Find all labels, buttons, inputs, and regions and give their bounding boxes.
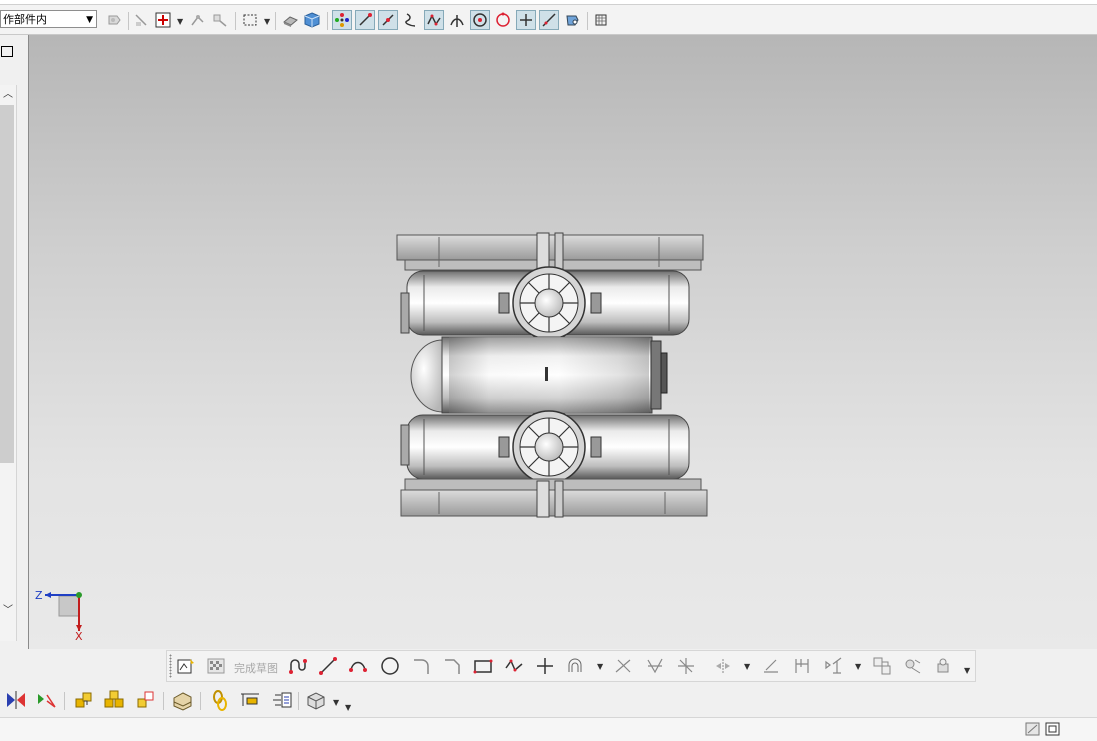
maximize-panel-icon[interactable] [1,46,13,57]
finish-sketch-label[interactable]: 完成草图 [234,660,278,676]
rect-select-icon[interactable] [240,10,260,30]
shaded-view-icon[interactable] [280,10,300,30]
pattern-icon[interactable] [34,688,58,712]
mirror-body-icon[interactable] [4,688,28,712]
components-icon[interactable] [102,688,126,712]
chevron-down-icon[interactable]: ▼ [345,703,351,712]
circle-icon[interactable] [379,655,401,677]
selection-scope-value: 作部件内 [3,13,47,26]
line-icon[interactable] [317,655,339,677]
trim-icon[interactable] [613,655,635,677]
separator [298,692,299,710]
arc-icon[interactable] [347,655,369,677]
graphics-viewport[interactable]: Z X [29,35,1097,649]
snap-intersect-icon[interactable] [447,10,467,30]
add-selection-icon[interactable] [153,10,173,30]
bottom-mount-plate [400,478,708,518]
select-feature-icon[interactable] [104,10,124,30]
assembly-toolbar: ▼ ▼ [0,684,360,716]
move-component-icon[interactable] [134,688,158,712]
finish-sketch-icon[interactable] [205,655,227,677]
wave-icon[interactable] [170,688,194,712]
snap-center-icon[interactable] [470,10,490,30]
rectangle-icon[interactable] [472,655,494,677]
snap-face-icon[interactable] [562,10,582,30]
snap-control-icon[interactable] [424,10,444,30]
snap-quadrant-icon[interactable] [493,10,513,30]
section-icon[interactable] [270,688,294,712]
polygon-icon[interactable] [503,655,525,677]
chevron-down-icon[interactable]: ▼ [597,662,603,671]
fullscreen-icon[interactable] [1025,722,1040,736]
relations-icon[interactable] [902,655,924,677]
snap-mid-icon[interactable] [378,10,398,30]
separator [64,692,65,710]
constraint-icon[interactable] [760,655,782,677]
snap-grid-icon[interactable] [591,10,611,30]
fillet-icon[interactable] [410,655,432,677]
center-hull [410,336,668,414]
window-icon[interactable] [1045,722,1060,736]
mirror-icon[interactable] [712,655,734,677]
chevron-down-icon[interactable]: ▼ [177,17,183,26]
chevron-down-icon: ▼ [86,15,93,25]
vertical-scrollbar[interactable]: ︿ ﹀ [0,85,17,641]
make-corner-icon[interactable] [675,655,697,677]
separator [128,12,129,30]
chevron-up-icon[interactable]: ︿ [2,89,14,101]
separator [327,12,328,30]
separator [275,12,276,30]
chevron-down-icon[interactable]: ▼ [333,698,339,707]
chevron-down-icon[interactable]: ▼ [264,17,270,26]
z-axis-label: Z [35,589,43,602]
snap-ref-icon[interactable] [132,10,152,30]
separator [163,692,164,710]
separator [235,12,236,30]
upper-thruster-pod [400,266,690,340]
view-triad: Z X [35,589,83,643]
selection-scope-dropdown[interactable]: 作部件内 ▼ [0,10,97,28]
snap-existing-icon[interactable] [516,10,536,30]
show-constraints-icon[interactable] [871,655,893,677]
constraint-link-icon[interactable] [208,688,232,712]
separator [587,12,588,30]
snap-points-icon[interactable] [332,10,352,30]
chevron-down-icon[interactable]: ▼ [855,662,861,671]
sketch-toolbar: 完成草图 ▼ ▼ ▼ ▼ [166,650,976,682]
chevron-down-icon[interactable]: ﹀ [2,605,14,617]
resource-bar: ︿ ﹀ [0,35,29,649]
chevron-down-icon[interactable]: ▼ [744,662,750,671]
offset-icon[interactable] [565,655,587,677]
x-axis-label: X [75,630,83,643]
snap-on-curve-icon[interactable] [539,10,559,30]
point-icon[interactable] [534,655,556,677]
chevron-down-icon[interactable]: ▼ [964,666,970,675]
selection-toolbar: 作部件内 ▼ ▼ ▼ [0,5,1097,35]
geometric-constraint-icon[interactable] [822,655,844,677]
separator [200,692,201,710]
move-select-icon[interactable] [210,10,230,30]
snap-curve-icon[interactable] [401,10,421,30]
toolbar-grip[interactable] [169,654,172,678]
snap-end-icon[interactable] [355,10,375,30]
chamfer-icon[interactable] [441,655,463,677]
dimension-icon[interactable] [791,655,813,677]
profile-icon[interactable] [287,655,309,677]
vertex-select-icon[interactable] [187,10,207,30]
lower-thruster-pod [400,410,690,484]
model-view[interactable]: Z X [29,35,1097,649]
top-mount-plate [396,232,704,271]
convert-icon[interactable] [933,655,955,677]
assembly-icon[interactable] [72,688,96,712]
sketch-icon[interactable] [175,655,197,677]
extend-icon[interactable] [644,655,666,677]
scrollbar-thumb[interactable] [0,105,14,463]
explode-icon[interactable] [238,688,262,712]
status-bar [0,717,1097,741]
solid-view-icon[interactable] [302,10,322,30]
view-options-icon[interactable] [304,688,328,712]
